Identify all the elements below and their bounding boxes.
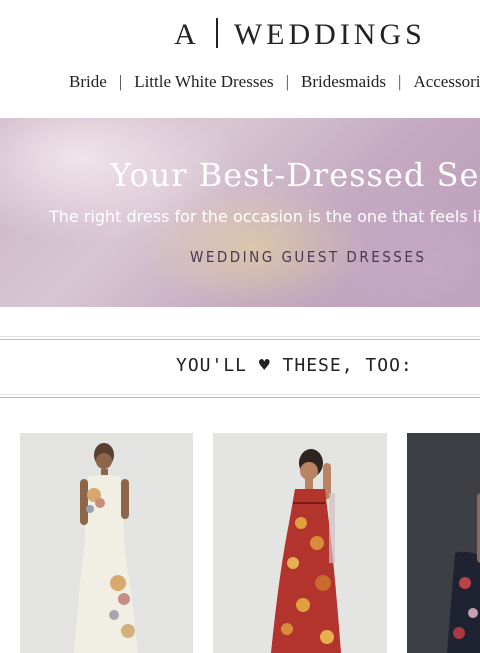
brand-logo-word: WEDDINGS <box>233 18 426 51</box>
nav-separator: | <box>398 72 402 91</box>
section-divider-top-b <box>0 339 480 340</box>
hero-title: Your Best-Dressed Self <box>110 156 480 194</box>
product-card[interactable] <box>20 433 193 653</box>
nav-item-little-white-dresses[interactable]: Little White Dresses <box>134 72 273 91</box>
section-title: YOU'LL ♥ THESE, TOO: <box>176 355 413 376</box>
red-floral-halter-dress-image <box>213 433 387 653</box>
nav-item-bride[interactable]: Bride <box>69 72 107 91</box>
main-nav: Bride | Little White Dresses | Bridesmaids | A… <box>69 72 480 92</box>
brand-logo-letter: A <box>174 18 200 51</box>
nav-separator: | <box>118 72 123 91</box>
product-card[interactable] <box>407 433 480 653</box>
brand-logo[interactable]: A WEDDINGS <box>0 18 480 52</box>
wedding-guest-dresses-link[interactable]: WEDDING GUEST DRESSES <box>190 248 426 266</box>
hero-banner[interactable]: Your Best-Dressed Self The right dress f… <box>0 118 480 307</box>
section-divider-top-a <box>0 336 480 337</box>
nav-item-accessories[interactable]: Accessories <box>413 72 480 91</box>
nav-item-bridesmaids[interactable]: Bridesmaids <box>301 72 386 91</box>
logo-divider <box>215 18 218 48</box>
hero-subtitle: The right dress for the occasion is the … <box>49 207 480 226</box>
dark-floral-dress-image <box>407 433 480 653</box>
product-card[interactable] <box>213 433 387 653</box>
section-divider-bottom-b <box>0 397 480 398</box>
ivory-floral-maxi-dress-image <box>20 433 193 653</box>
section-divider-bottom-a <box>0 394 480 395</box>
nav-separator: | <box>285 72 290 91</box>
